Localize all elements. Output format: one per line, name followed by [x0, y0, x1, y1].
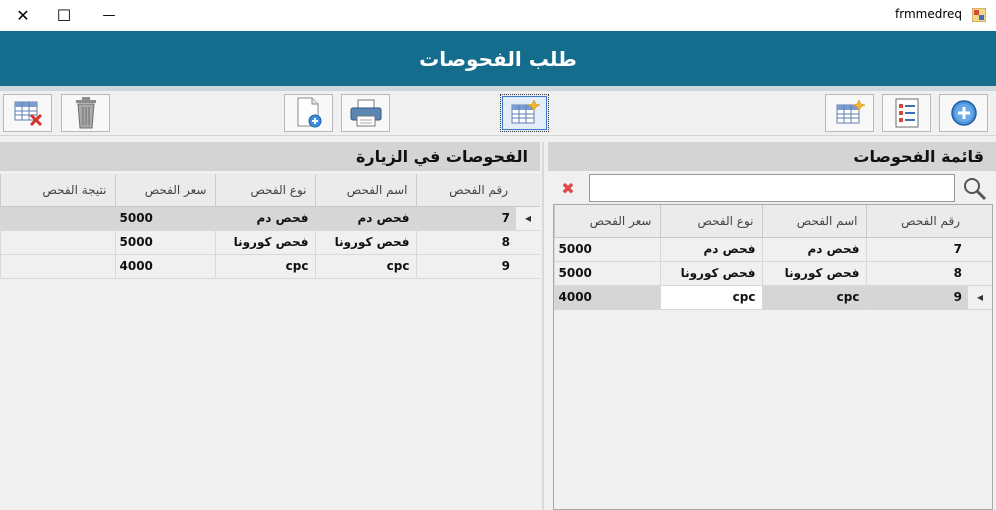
delete-button[interactable] — [61, 94, 110, 132]
table-row[interactable]: 8 فحص كورونا فحص كورونا 5000 — [0, 230, 540, 255]
test-id-cell[interactable]: 7 — [865, 237, 968, 262]
test-id-cell[interactable]: 9 — [865, 285, 968, 310]
current-row-indicator: ◂ — [516, 206, 540, 231]
print-button[interactable] — [341, 94, 390, 132]
row-header — [968, 237, 992, 262]
toolbar — [0, 91, 996, 136]
visit-tests-header-row: رقم الفحص اسم الفحص نوع الفحص سعر الفحص … — [0, 174, 540, 207]
column-header[interactable]: اسم الفحص — [761, 205, 866, 238]
print-icon — [350, 99, 381, 127]
column-header[interactable]: اسم الفحص — [314, 174, 416, 207]
minimize-button[interactable]: — — [86, 0, 132, 31]
tests-list-title-text: قائمة الفحوصات — [853, 147, 984, 166]
add-button[interactable] — [939, 94, 988, 132]
test-id-cell[interactable]: 8 — [415, 230, 516, 255]
remove-row-button[interactable] — [3, 94, 52, 132]
maximize-button[interactable]: ☐ — [41, 0, 87, 31]
add-test-button[interactable] — [500, 94, 549, 132]
tests-list-header-row: رقم الفحص اسم الفحص نوع الفحص سعر الفحص — [553, 205, 992, 238]
column-header[interactable]: نوع الفحص — [214, 174, 315, 207]
column-header[interactable]: رقم الفحص — [865, 205, 968, 238]
test-id-cell[interactable]: 9 — [415, 254, 516, 279]
column-header[interactable]: نوع الفحص — [659, 205, 762, 238]
table-new-icon — [511, 99, 541, 124]
row-header — [516, 230, 540, 255]
page-title: طلب الفحوصات — [419, 46, 577, 71]
test-type-cell[interactable]: فحص كورونا — [659, 261, 762, 286]
visit-tests-title: الفحوصات في الزيارة — [0, 142, 540, 171]
window-title: frmmedreq — [895, 7, 962, 21]
new-document-icon — [297, 97, 321, 128]
test-result-cell[interactable] — [0, 206, 115, 231]
search-input[interactable] — [589, 174, 955, 202]
page-header: طلب الفحوصات — [0, 31, 996, 86]
test-name-cell[interactable]: فحص دم — [761, 237, 866, 262]
window-titlebar: ✕ ☐ — frmmedreq — [0, 0, 996, 31]
test-name-cell[interactable]: فحص كورونا — [314, 230, 416, 255]
add-circle-icon — [950, 100, 977, 126]
test-price-cell[interactable]: 4000 — [553, 285, 660, 310]
table-row[interactable]: ◂ 9 cpc cpc 4000 — [553, 285, 992, 310]
app-icon — [972, 8, 986, 22]
column-header[interactable]: سعر الفحص — [114, 174, 215, 207]
test-id-cell[interactable]: 8 — [865, 261, 968, 286]
close-button[interactable]: ✕ — [0, 0, 46, 31]
table-row[interactable]: ◂ 7 فحص دم فحص دم 5000 — [0, 206, 540, 231]
clear-search-icon[interactable]: ✖ — [558, 178, 578, 198]
row-header-corner — [968, 205, 992, 238]
column-header[interactable]: رقم الفحص — [415, 174, 516, 207]
test-id-cell[interactable]: 7 — [415, 206, 516, 231]
test-price-cell[interactable]: 5000 — [553, 237, 660, 262]
test-name-cell[interactable]: cpc — [314, 254, 416, 279]
test-type-cell[interactable]: فحص دم — [659, 237, 762, 262]
visit-tests-title-text: الفحوصات في الزيارة — [355, 147, 528, 166]
row-header — [516, 254, 540, 279]
tests-list-grid[interactable]: رقم الفحص اسم الفحص نوع الفحص سعر الفحص … — [553, 204, 993, 510]
test-type-cell[interactable]: فحص دم — [214, 206, 315, 231]
test-name-cell[interactable]: فحص كورونا — [761, 261, 866, 286]
current-row-indicator: ◂ — [968, 285, 992, 310]
test-type-cell[interactable]: فحص كورونا — [214, 230, 315, 255]
table-delete-icon — [14, 101, 42, 127]
new-document-button[interactable] — [284, 94, 333, 132]
table-new-icon — [836, 99, 866, 124]
test-result-cell[interactable] — [0, 254, 115, 279]
search-icon[interactable] — [962, 176, 988, 202]
test-price-cell[interactable]: 4000 — [114, 254, 215, 279]
row-header-corner — [516, 174, 540, 207]
visit-tests-grid[interactable]: رقم الفحص اسم الفحص نوع الفحص سعر الفحص … — [0, 174, 540, 510]
test-result-cell[interactable] — [0, 230, 115, 255]
test-price-cell[interactable]: 5000 — [553, 261, 660, 286]
column-header[interactable]: سعر الفحص — [553, 205, 660, 238]
row-header — [968, 261, 992, 286]
trash-icon — [75, 97, 96, 129]
table-row[interactable]: 8 فحص كورونا فحص كورونا 5000 — [553, 261, 992, 286]
list-button[interactable] — [882, 94, 931, 132]
table-row[interactable]: 9 cpc cpc 4000 — [0, 254, 540, 279]
test-type-cell[interactable]: cpc — [214, 254, 315, 279]
panel-splitter[interactable] — [542, 142, 544, 510]
test-name-cell[interactable]: فحص دم — [314, 206, 416, 231]
new-table-button[interactable] — [825, 94, 874, 132]
list-icon — [895, 98, 918, 128]
test-price-cell[interactable]: 5000 — [114, 206, 215, 231]
test-name-cell[interactable]: cpc — [761, 285, 866, 310]
column-header[interactable]: نتيجة الفحص — [0, 174, 115, 207]
tests-list-title: قائمة الفحوصات — [548, 142, 996, 171]
test-type-cell[interactable]: cpc — [659, 285, 762, 310]
table-row[interactable]: 7 فحص دم فحص دم 5000 — [553, 237, 992, 262]
test-price-cell[interactable]: 5000 — [114, 230, 215, 255]
